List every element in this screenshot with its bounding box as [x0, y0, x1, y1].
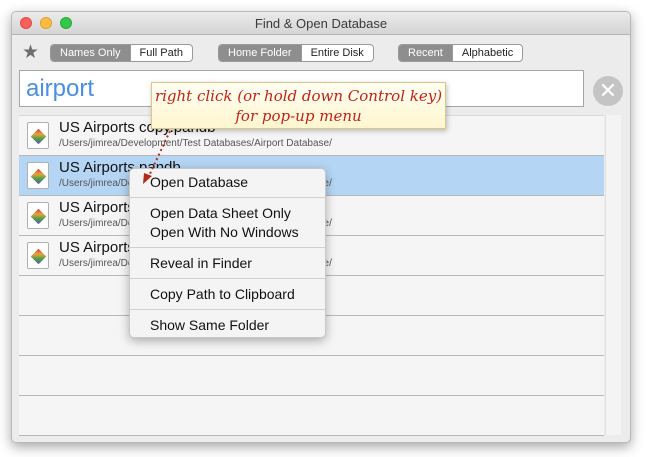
callout-arrow-icon: [143, 130, 171, 184]
